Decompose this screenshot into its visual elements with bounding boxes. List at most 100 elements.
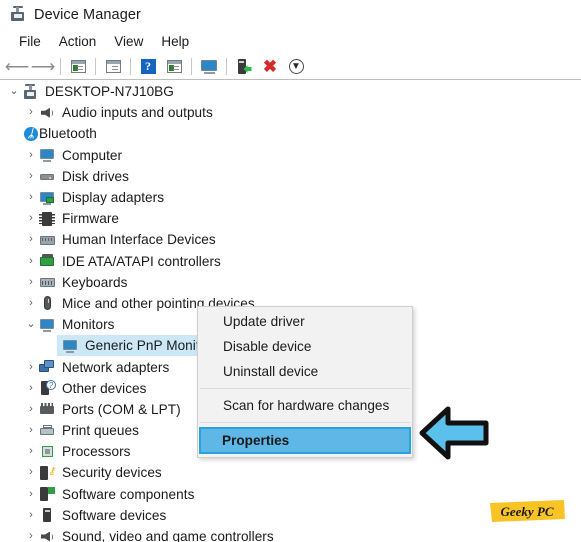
tree-item-label: Ports (COM & LPT) — [62, 401, 181, 417]
tree-item-label: DESKTOP-N7J10BG — [45, 84, 174, 100]
security-key-icon: ⚷ — [39, 465, 55, 481]
tree-item-label: Other devices — [62, 380, 147, 396]
computer-icon — [22, 83, 38, 100]
show-hide-console-tree-button[interactable] — [66, 56, 90, 78]
chevron-icon[interactable]: › — [23, 425, 39, 436]
tree-item-label: Network adapters — [62, 359, 170, 375]
tree-item-label: Human Interface Devices — [62, 232, 216, 248]
tree-item-display-adapters[interactable]: › Display adapters — [0, 187, 581, 208]
printer-icon — [39, 423, 55, 439]
monitor-icon — [62, 338, 78, 354]
forward-button[interactable]: ⟶ — [31, 56, 55, 78]
toolbar: ⟵ ⟶ ? ✖ ▼ — [0, 54, 581, 80]
chevron-icon[interactable]: › — [23, 149, 39, 161]
tree-item-label: IDE ATA/ATAPI controllers — [62, 253, 221, 269]
tree-item-label: Disk drives — [62, 168, 130, 184]
tree-item-security-devices[interactable]: › ⚷ Security devices — [0, 462, 581, 483]
title-bar: Device Manager — [0, 0, 581, 29]
context-menu-item-disable-device[interactable]: Disable device — [198, 334, 412, 359]
device-manager-icon — [9, 6, 26, 23]
context-menu-item-scan-for-hardware-changes[interactable]: Scan for hardware changes — [198, 393, 412, 418]
chevron-icon[interactable]: ⌄ — [6, 86, 22, 97]
help-button[interactable]: ? — [136, 56, 160, 78]
chevron-icon[interactable]: › — [23, 403, 39, 415]
monitor-scan-icon — [200, 59, 218, 74]
tree-item-firmware[interactable]: › Firmware — [0, 208, 581, 229]
tree-item-bluetooth[interactable]: ›ᛦBluetooth — [0, 123, 581, 144]
chevron-icon[interactable]: › — [23, 192, 39, 203]
right-arrow-icon: ⟶ — [30, 57, 56, 76]
back-button[interactable]: ⟵ — [5, 56, 29, 78]
tree-item-keyboards[interactable]: › Keyboards — [0, 272, 581, 293]
tree-item-label: Monitors — [62, 317, 115, 333]
tree-item-label: Computer — [62, 147, 123, 163]
properties-window-icon — [105, 60, 121, 73]
down-arrow-circle-icon: ▼ — [288, 59, 304, 74]
disk-drive-icon — [39, 168, 55, 184]
context-menu-item-properties[interactable]: Properties — [199, 427, 411, 454]
bluetooth-icon: ᛦ — [23, 126, 39, 142]
menu-view[interactable]: View — [105, 32, 152, 51]
chevron-icon[interactable]: › — [23, 446, 39, 457]
add-legacy-hardware-button[interactable] — [232, 56, 256, 78]
properties-button[interactable] — [101, 56, 125, 78]
chevron-icon[interactable]: › — [23, 213, 39, 224]
chevron-icon[interactable]: › — [23, 382, 39, 394]
chevron-icon[interactable]: ⌄ — [23, 319, 39, 330]
tree-item-root[interactable]: ⌄ DESKTOP-N7J10BG — [0, 81, 581, 102]
chevron-icon[interactable]: › — [23, 509, 39, 521]
chevron-icon[interactable]: › — [23, 361, 39, 373]
chevron-icon[interactable]: › — [23, 107, 39, 118]
geeky-pc-watermark: Geeky PC — [487, 497, 567, 525]
chevron-icon[interactable]: › — [23, 276, 39, 288]
toolbar-separator — [226, 58, 227, 75]
context-menu-separator — [200, 388, 410, 389]
menu-bar: File Action View Help — [0, 29, 581, 54]
menu-help[interactable]: Help — [152, 32, 198, 51]
computer-monitor-icon — [39, 147, 55, 163]
tree-item-computer[interactable]: › Computer — [0, 145, 581, 166]
left-arrow-icon: ⟵ — [4, 57, 30, 76]
update-driver-button[interactable] — [162, 56, 186, 78]
chevron-icon[interactable]: › — [23, 255, 39, 267]
tree-item-disk-drives[interactable]: › Disk drives — [0, 166, 581, 187]
ide-controller-icon — [39, 253, 55, 269]
tree-item-sound-video-and-game-controllers[interactable]: › Sound, video and game controllers — [0, 526, 581, 542]
tree-item-ide-ata-atapi-controllers[interactable]: › IDE ATA/ATAPI controllers — [0, 251, 581, 272]
context-menu-item-update-driver[interactable]: Update driver — [198, 309, 412, 334]
chevron-icon[interactable]: › — [23, 531, 39, 542]
tree-item-label: Print queues — [62, 423, 139, 439]
toolbar-separator — [60, 58, 61, 75]
toolbar-separator — [130, 58, 131, 75]
tree-item-audio-inputs-and-outputs[interactable]: › Audio inputs and outputs — [0, 102, 581, 123]
monitor-icon — [39, 317, 55, 333]
menu-action[interactable]: Action — [50, 32, 106, 51]
tree-item-label: Generic PnP Monitor — [85, 338, 212, 354]
port-icon — [39, 401, 55, 417]
menu-file[interactable]: File — [10, 32, 50, 51]
red-x-icon: ✖ — [262, 57, 278, 76]
console-tree-icon — [70, 60, 86, 73]
disable-device-button[interactable]: ▼ — [284, 56, 308, 78]
chevron-icon[interactable]: › — [23, 170, 39, 182]
chevron-icon[interactable]: › — [23, 297, 39, 309]
context-menu-item-uninstall-device[interactable]: Uninstall device — [198, 359, 412, 384]
chevron-icon[interactable]: › — [23, 234, 39, 245]
context-menu[interactable]: Update driver Disable device Uninstall d… — [197, 306, 413, 458]
chevron-icon[interactable]: › — [23, 488, 39, 500]
scan-hardware-changes-button[interactable] — [197, 56, 221, 78]
tree-item-label: Firmware — [62, 211, 120, 227]
context-menu-separator — [200, 422, 410, 423]
tree-item-human-interface-devices[interactable]: › Human Interface Devices — [0, 229, 581, 250]
tree-item-label: Bluetooth — [39, 126, 97, 142]
device-manager-window: Device Manager File Action View Help ⟵ ⟶… — [0, 0, 581, 542]
chevron-icon[interactable]: › — [23, 467, 39, 478]
processor-icon — [39, 444, 55, 460]
software-component-icon — [39, 486, 55, 502]
uninstall-device-button[interactable]: ✖ — [258, 56, 282, 78]
tree-item-label: Security devices — [62, 465, 162, 481]
toolbar-separator — [95, 58, 96, 75]
hid-keyboard-icon — [39, 232, 55, 248]
tree-item-label: Keyboards — [62, 274, 128, 290]
sound-icon — [39, 529, 55, 542]
